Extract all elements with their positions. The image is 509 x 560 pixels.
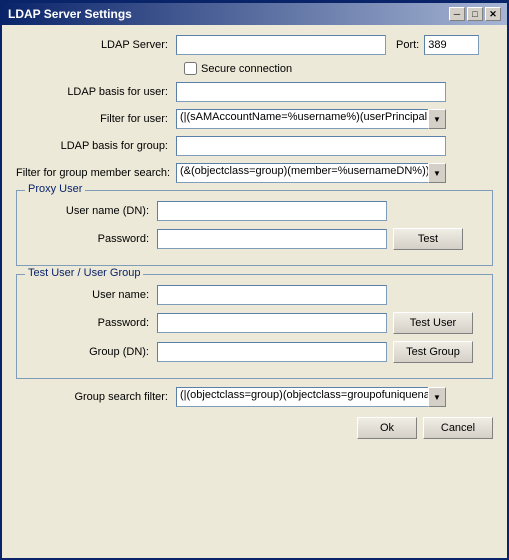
ldap-server-label: LDAP Server:: [16, 39, 176, 51]
proxy-password-input[interactable]: [157, 229, 387, 249]
group-search-filter-label: Group search filter:: [16, 391, 176, 403]
test-user-section: Test User / User Group User name: Passwo…: [16, 274, 493, 379]
secure-checkbox-wrapper: Secure connection: [184, 62, 292, 75]
test-group-input-group: Test Group: [157, 341, 473, 363]
filter-group-dropdown-wrapper: (&(objectclass=group)(member=%usernameDN…: [176, 163, 446, 183]
group-search-filter-row: Group search filter: (|(objectclass=grou…: [16, 387, 493, 407]
group-search-dropdown-wrapper: (|(objectclass=group)(objectclass=groupo…: [176, 387, 446, 407]
test-user-button[interactable]: Test User: [393, 312, 473, 334]
test-group-button[interactable]: Test Group: [393, 341, 473, 363]
filter-group-dropdown-arrow: ▼: [433, 169, 441, 178]
close-button[interactable]: ✕: [485, 7, 501, 21]
ldap-basis-user-label: LDAP basis for user:: [16, 86, 176, 98]
window-title: LDAP Server Settings: [8, 7, 132, 21]
filter-group-row: Filter for group member search: (&(objec…: [16, 163, 493, 183]
test-username-label: User name:: [27, 289, 157, 301]
test-username-input[interactable]: [157, 285, 387, 305]
test-group-row: Group (DN): Test Group: [27, 341, 482, 363]
test-password-label: Password:: [27, 317, 157, 329]
proxy-username-row: User name (DN):: [27, 201, 482, 221]
filter-user-display[interactable]: (|(sAMAccountName=%username%)(userPrinci…: [176, 109, 446, 129]
port-input[interactable]: [424, 35, 479, 55]
title-bar: LDAP Server Settings ─ □ ✕: [2, 3, 507, 25]
proxy-password-input-group: Test: [157, 228, 463, 250]
proxy-username-label: User name (DN):: [27, 205, 157, 217]
ldap-settings-window: LDAP Server Settings ─ □ ✕ LDAP Server: …: [0, 0, 509, 560]
maximize-button[interactable]: □: [467, 7, 483, 21]
test-password-input-group: Test User: [157, 312, 473, 334]
ldap-server-input[interactable]: [176, 35, 386, 55]
form-content: LDAP Server: Port: Secure connection LDA…: [2, 25, 507, 455]
ok-button[interactable]: Ok: [357, 417, 417, 439]
proxy-password-label: Password:: [27, 233, 157, 245]
ldap-basis-group-row: LDAP basis for group:: [16, 136, 493, 156]
filter-group-dropdown-btn[interactable]: ▼: [428, 163, 446, 183]
test-user-section-content: User name: Password: Test User Group (DN…: [27, 281, 482, 363]
secure-connection-label: Secure connection: [201, 63, 292, 75]
cancel-button[interactable]: Cancel: [423, 417, 493, 439]
proxy-section-content: User name (DN): Password: Test: [27, 197, 482, 250]
test-group-label: Group (DN):: [27, 346, 157, 358]
bottom-buttons: Ok Cancel: [16, 417, 493, 445]
ldap-basis-group-input[interactable]: [176, 136, 446, 156]
proxy-password-row: Password: Test: [27, 228, 482, 250]
proxy-username-input[interactable]: [157, 201, 387, 221]
test-group-input[interactable]: [157, 342, 387, 362]
filter-group-display[interactable]: (&(objectclass=group)(member=%usernameDN…: [176, 163, 446, 183]
minimize-button[interactable]: ─: [449, 7, 465, 21]
filter-user-dropdown-wrapper: (|(sAMAccountName=%username%)(userPrinci…: [176, 109, 446, 129]
test-user-section-title: Test User / User Group: [25, 267, 143, 279]
filter-user-row: Filter for user: (|(sAMAccountName=%user…: [16, 109, 493, 129]
filter-user-dropdown-btn[interactable]: ▼: [428, 109, 446, 129]
group-search-dropdown-btn[interactable]: ▼: [428, 387, 446, 407]
server-port-row: Port:: [176, 35, 479, 55]
filter-group-label: Filter for group member search:: [16, 167, 176, 179]
group-search-display[interactable]: (|(objectclass=group)(objectclass=groupo…: [176, 387, 446, 407]
title-bar-buttons: ─ □ ✕: [449, 7, 501, 21]
test-button[interactable]: Test: [393, 228, 463, 250]
secure-connection-checkbox[interactable]: [184, 62, 197, 75]
filter-user-dropdown-arrow: ▼: [433, 115, 441, 124]
port-label: Port:: [396, 39, 419, 51]
proxy-section-title: Proxy User: [25, 183, 85, 195]
ldap-basis-group-label: LDAP basis for group:: [16, 140, 176, 152]
test-username-row: User name:: [27, 285, 482, 305]
test-password-row: Password: Test User: [27, 312, 482, 334]
proxy-user-section: Proxy User User name (DN): Password: Tes…: [16, 190, 493, 266]
ldap-basis-user-row: LDAP basis for user:: [16, 82, 493, 102]
group-search-dropdown-arrow: ▼: [433, 393, 441, 402]
ldap-server-row: LDAP Server: Port:: [16, 35, 493, 55]
secure-connection-row: Secure connection: [184, 62, 493, 75]
ldap-basis-user-input[interactable]: [176, 82, 446, 102]
test-password-input[interactable]: [157, 313, 387, 333]
filter-user-label: Filter for user:: [16, 113, 176, 125]
